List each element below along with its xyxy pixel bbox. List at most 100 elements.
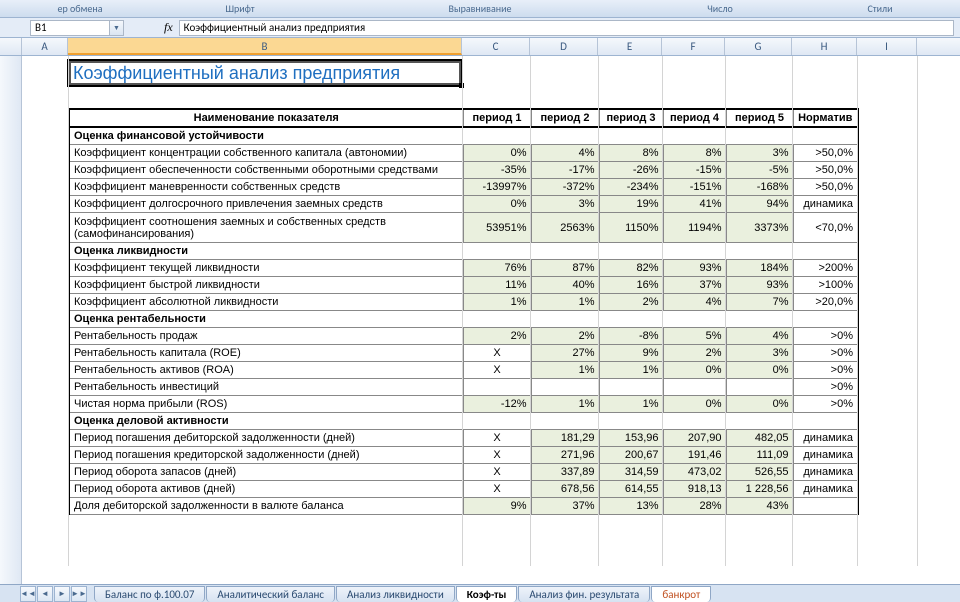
value-cell[interactable]: X — [463, 447, 531, 464]
col-period-header[interactable]: период 3 — [599, 109, 663, 127]
table-row[interactable]: Коэффициент концентрации собственного ка… — [69, 145, 858, 162]
value-cell[interactable]: 4% — [531, 145, 599, 162]
value-cell[interactable]: 2% — [463, 328, 531, 345]
sheet-tab[interactable]: Баланс по ф.100.07 — [94, 586, 205, 602]
sheet-tab[interactable]: Анализ ликвидности — [336, 586, 455, 602]
value-cell[interactable]: -17% — [531, 162, 599, 179]
fx-icon[interactable]: fx — [164, 20, 173, 35]
value-cell[interactable]: 19% — [599, 196, 663, 213]
column-header[interactable]: D — [530, 38, 598, 55]
value-cell[interactable] — [726, 379, 793, 396]
value-cell[interactable]: 918,13 — [663, 481, 726, 498]
value-cell[interactable]: -372% — [531, 179, 599, 196]
value-cell[interactable]: 53951% — [463, 213, 531, 243]
section-header-row[interactable]: Оценка деловой активности — [69, 413, 858, 430]
value-cell[interactable]: 9% — [463, 498, 531, 515]
value-cell[interactable]: 0% — [663, 396, 726, 413]
column-header[interactable]: A — [22, 38, 68, 55]
value-cell[interactable]: 473,02 — [663, 464, 726, 481]
value-cell[interactable]: 8% — [663, 145, 726, 162]
value-cell[interactable]: 1150% — [599, 213, 663, 243]
table-row[interactable]: Период оборота запасов (дней)X337,89314,… — [69, 464, 858, 481]
section-header-row[interactable]: Оценка ликвидности — [69, 243, 858, 260]
value-cell[interactable]: 4% — [726, 328, 793, 345]
value-cell[interactable]: 3373% — [726, 213, 793, 243]
table-row[interactable]: Рентабельность инвестиций>0% — [69, 379, 858, 396]
value-cell[interactable]: -168% — [726, 179, 793, 196]
value-cell[interactable]: 2% — [531, 328, 599, 345]
column-header[interactable]: F — [662, 38, 725, 55]
value-cell[interactable] — [663, 379, 726, 396]
worksheet-area[interactable]: ABCDEFGHI Коэффициентный анализ предприя… — [0, 38, 960, 584]
column-header[interactable]: H — [792, 38, 857, 55]
value-cell[interactable]: 8% — [599, 145, 663, 162]
value-cell[interactable]: 2563% — [531, 213, 599, 243]
value-cell[interactable]: -5% — [726, 162, 793, 179]
value-cell[interactable]: -15% — [663, 162, 726, 179]
value-cell[interactable]: 76% — [463, 260, 531, 277]
tab-nav-next[interactable]: ► — [54, 586, 70, 602]
sheet-tab[interactable]: банкрот — [651, 586, 711, 602]
table-row[interactable]: Коэффициент соотношения заемных и собств… — [69, 213, 858, 243]
value-cell[interactable]: 11% — [463, 277, 531, 294]
data-table[interactable]: Наименование показателя период 1 период … — [68, 108, 859, 515]
value-cell[interactable]: 1% — [599, 362, 663, 379]
table-row[interactable]: Период погашения дебиторской задолженнос… — [69, 430, 858, 447]
column-header[interactable]: B — [68, 38, 462, 55]
table-row[interactable]: Коэффициент маневренности собственных ср… — [69, 179, 858, 196]
value-cell[interactable] — [599, 379, 663, 396]
name-box[interactable]: B1 — [30, 20, 110, 36]
value-cell[interactable]: 337,89 — [531, 464, 599, 481]
value-cell[interactable]: 0% — [463, 196, 531, 213]
col-period-header[interactable]: период 2 — [531, 109, 599, 127]
value-cell[interactable]: 93% — [726, 277, 793, 294]
value-cell[interactable]: 3% — [726, 145, 793, 162]
value-cell[interactable]: 37% — [531, 498, 599, 515]
table-row[interactable]: Период погашения кредиторской задолженно… — [69, 447, 858, 464]
column-header[interactable]: G — [725, 38, 792, 55]
col-period-header[interactable]: период 5 — [726, 109, 793, 127]
value-cell[interactable]: 111,09 — [726, 447, 793, 464]
column-header[interactable]: E — [598, 38, 662, 55]
value-cell[interactable]: X — [463, 362, 531, 379]
value-cell[interactable]: 207,90 — [663, 430, 726, 447]
value-cell[interactable]: 1194% — [663, 213, 726, 243]
value-cell[interactable]: -234% — [599, 179, 663, 196]
tab-nav-first[interactable]: ◄◄ — [20, 586, 36, 602]
value-cell[interactable]: X — [463, 464, 531, 481]
value-cell[interactable]: 614,55 — [599, 481, 663, 498]
value-cell[interactable]: X — [463, 481, 531, 498]
value-cell[interactable]: -12% — [463, 396, 531, 413]
tab-nav-last[interactable]: ►► — [71, 586, 87, 602]
value-cell[interactable]: -8% — [599, 328, 663, 345]
column-header[interactable]: I — [857, 38, 917, 55]
value-cell[interactable]: 191,46 — [663, 447, 726, 464]
value-cell[interactable]: 27% — [531, 345, 599, 362]
sheet-tab[interactable]: Коэф-ты — [456, 586, 518, 602]
column-header[interactable]: C — [462, 38, 530, 55]
name-box-dropdown[interactable]: ▼ — [110, 20, 124, 36]
value-cell[interactable]: 271,96 — [531, 447, 599, 464]
value-cell[interactable]: 2% — [663, 345, 726, 362]
table-row[interactable]: Период оборота активов (дней)X678,56614,… — [69, 481, 858, 498]
value-cell[interactable]: -35% — [463, 162, 531, 179]
value-cell[interactable]: 314,59 — [599, 464, 663, 481]
value-cell[interactable]: X — [463, 430, 531, 447]
table-row[interactable]: Рентабельность активов (ROA)X1%1%0%0%>0% — [69, 362, 858, 379]
value-cell[interactable]: 153,96 — [599, 430, 663, 447]
col-period-header[interactable]: период 4 — [663, 109, 726, 127]
value-cell[interactable]: 93% — [663, 260, 726, 277]
value-cell[interactable]: 0% — [726, 396, 793, 413]
value-cell[interactable]: 0% — [726, 362, 793, 379]
value-cell[interactable]: 3% — [726, 345, 793, 362]
tab-nav-prev[interactable]: ◄ — [37, 586, 53, 602]
col-norm-header[interactable]: Норматив — [793, 109, 858, 127]
sheet-tab[interactable]: Анализ фин. результата — [518, 586, 650, 602]
table-row[interactable]: Коэффициент текущей ликвидности76%87%82%… — [69, 260, 858, 277]
table-row[interactable]: Коэффициент быстрой ликвидности11%40%16%… — [69, 277, 858, 294]
value-cell[interactable]: 1% — [531, 396, 599, 413]
value-cell[interactable]: 0% — [463, 145, 531, 162]
value-cell[interactable]: 2% — [599, 294, 663, 311]
value-cell[interactable]: 9% — [599, 345, 663, 362]
value-cell[interactable]: 40% — [531, 277, 599, 294]
